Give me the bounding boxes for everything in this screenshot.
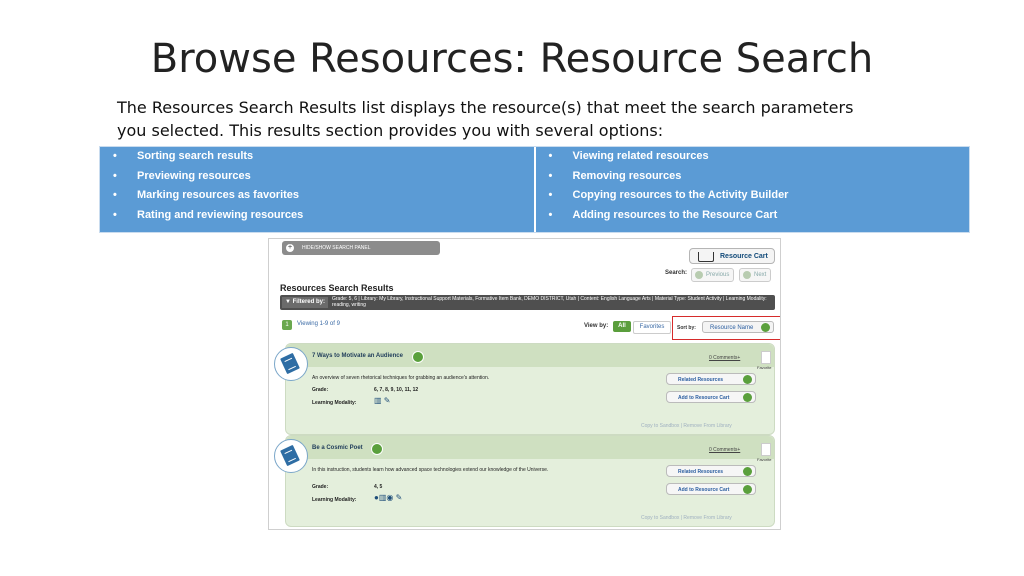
option-item: • Marking resources as favorites <box>100 187 534 207</box>
view-all-button[interactable]: All <box>613 321 631 332</box>
option-item: • Sorting search results <box>100 148 534 168</box>
arrow-right-icon <box>743 393 752 402</box>
option-item: • Adding resources to the Resource Cart <box>536 207 970 227</box>
bullet-icon: • <box>113 150 117 162</box>
modality-icons: ●▥◉ ✎ <box>374 493 402 502</box>
option-item: • Copying resources to the Activity Build… <box>536 187 970 207</box>
chevron-down-icon <box>743 467 752 476</box>
filter-icon: ▼ <box>285 299 291 305</box>
add-to-cart-button[interactable]: Add to Resource Cart <box>666 391 756 403</box>
arrow-right-icon <box>743 271 751 279</box>
bullet-icon: • <box>548 150 553 162</box>
options-column-right: • Viewing related resources • Removing res… <box>533 147 970 232</box>
book-icon: ▥ <box>374 396 382 405</box>
pencil-icon: ✎ <box>383 396 391 405</box>
grade-label: Grade: <box>312 484 329 490</box>
favorite-label: Favorite <box>757 365 772 370</box>
document-icon <box>274 439 308 473</box>
viewing-count: Viewing 1-9 of 9 <box>297 321 340 327</box>
card-footer-actions[interactable]: Copy to Sandbox | Remove From Library <box>641 423 732 429</box>
preview-icon[interactable] <box>412 351 424 363</box>
filtered-by-value: Grade: 5, 6 | Library: My Library, Instr… <box>332 296 767 308</box>
options-table: • Sorting search results • Previewing reso… <box>99 146 970 233</box>
grade-label: Grade: <box>312 387 329 393</box>
sort-by-label: Sort by: <box>677 325 696 331</box>
chevron-down-icon <box>761 323 770 332</box>
filtered-by-label: ▼ Filtered by: <box>282 297 328 308</box>
chevron-down-icon <box>743 375 752 384</box>
slide-title: Browse Resources: Resource Search <box>150 36 874 82</box>
resource-card: Be a Cosmic Poet 0 Comments+ Favorite In… <box>274 435 775 527</box>
modality-label: Learning Modality: <box>312 497 357 503</box>
resource-title[interactable]: 7 Ways to Motivate an Audience <box>312 353 403 359</box>
resource-cart-button[interactable]: Resource Cart <box>689 248 775 264</box>
cart-icon <box>698 252 714 262</box>
previous-button[interactable]: Previous <box>691 268 735 282</box>
favorite-icon[interactable] <box>761 443 771 456</box>
related-resources-button[interactable]: Related Resources <box>666 373 756 385</box>
option-item: • Previewing resources <box>100 168 534 188</box>
resource-card: 7 Ways to Motivate an Audience 0 Comment… <box>274 343 775 435</box>
preview-icon[interactable] <box>371 443 383 455</box>
favorite-icon[interactable] <box>761 351 771 364</box>
bullet-icon: • <box>113 189 117 201</box>
eye-icon: ◉ <box>386 493 394 502</box>
options-column-left: • Sorting search results • Previewing reso… <box>100 147 534 232</box>
comments-link[interactable]: 0 Comments+ <box>709 447 740 453</box>
bullet-icon: • <box>113 208 117 221</box>
arrow-left-icon <box>695 271 703 279</box>
view-favorites-button[interactable]: Favorites <box>633 321 671 334</box>
next-button[interactable]: Next <box>739 268 772 282</box>
view-by-label: View by: <box>584 323 609 329</box>
search-results-screenshot: + HIDE/SHOW SEARCH PANEL Resource Cart S… <box>268 238 781 530</box>
grade-value: 6, 7, 8, 9, 10, 11, 12 <box>374 387 419 393</box>
resource-title[interactable]: Be a Cosmic Poet <box>312 445 363 451</box>
option-item: • Removing resources <box>536 168 970 188</box>
resource-description: In this instruction, students learn how … <box>312 467 549 473</box>
add-to-cart-button[interactable]: Add to Resource Cart <box>666 483 756 495</box>
pencil-icon: ✎ <box>395 493 403 502</box>
bullet-icon: • <box>548 189 553 201</box>
related-resources-button[interactable]: Related Resources <box>666 465 756 477</box>
page-badge[interactable]: 1 <box>282 320 292 330</box>
arrow-right-icon <box>743 485 752 494</box>
bullet-icon: • <box>113 169 117 182</box>
hide-show-search-panel-button[interactable]: + HIDE/SHOW SEARCH PANEL <box>282 241 440 255</box>
plus-icon: + <box>286 244 294 252</box>
results-title: Resources Search Results <box>280 283 394 293</box>
search-label: Search: <box>665 270 688 276</box>
bullet-icon: • <box>548 169 553 182</box>
sort-select[interactable]: Resource Name <box>702 321 774 333</box>
comments-link[interactable]: 0 Comments+ <box>709 355 740 361</box>
option-item: • Viewing related resources <box>536 148 970 168</box>
resource-description: An overview of seven rhetorical techniqu… <box>312 375 490 381</box>
modality-label: Learning Modality: <box>312 400 357 406</box>
card-footer-actions[interactable]: Copy to Sandbox | Remove From Library <box>641 515 732 521</box>
modality-icons: ▥ ✎ <box>374 396 391 405</box>
favorite-label: Favorite <box>757 457 772 462</box>
intro-text: The Resources Search Results list displa… <box>117 98 854 140</box>
filter-bar: ▼ Filtered by: Grade: 5, 6 | Library: My… <box>280 295 775 310</box>
bullet-icon: • <box>548 208 553 221</box>
option-item: • Rating and reviewing resources <box>100 207 534 227</box>
grade-value: 4, 5 <box>374 484 383 490</box>
document-icon <box>274 347 308 381</box>
